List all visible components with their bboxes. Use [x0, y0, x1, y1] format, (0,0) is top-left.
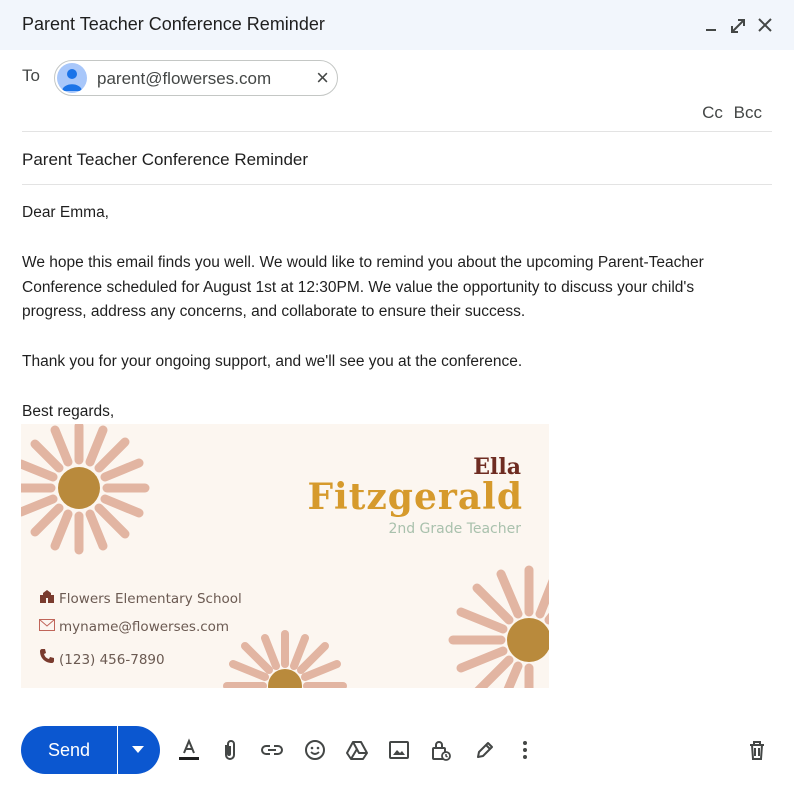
- more-options-icon[interactable]: [512, 737, 538, 763]
- school-icon: [39, 589, 59, 607]
- compose-title: Parent Teacher Conference Reminder: [22, 14, 325, 34]
- text-format-icon[interactable]: [176, 737, 202, 763]
- remove-recipient-icon[interactable]: ×: [316, 65, 329, 91]
- minimize-icon[interactable]: [700, 12, 722, 38]
- to-label: To: [22, 66, 40, 85]
- attach-icon[interactable]: [217, 737, 243, 763]
- emoji-icon[interactable]: [302, 737, 328, 763]
- send-button[interactable]: Send: [21, 726, 117, 774]
- avatar: [57, 63, 87, 93]
- image-icon[interactable]: [386, 737, 412, 763]
- signature-school: Flowers Elementary School: [59, 591, 242, 607]
- body-paragraph-1: We hope this email finds you well. We wo…: [22, 254, 704, 320]
- signature-image: Ella Fitzgerald 2nd Grade Teacher Flower…: [21, 424, 549, 688]
- signature-email: myname@flowerses.com: [59, 619, 230, 635]
- body-closing: Best regards,: [22, 403, 115, 420]
- send-options-chevron-down-icon[interactable]: [118, 726, 160, 774]
- body-paragraph-2: Thank you for your ongoing support, and …: [22, 353, 523, 370]
- envelope-icon: [39, 619, 59, 635]
- recipient-email: parent@flowerses.com: [97, 69, 272, 88]
- expand-icon[interactable]: [727, 12, 749, 38]
- signature-email-line: myname@flowerses.com: [39, 619, 229, 635]
- close-icon[interactable]: [754, 12, 776, 38]
- divider: [22, 184, 772, 185]
- bcc-link[interactable]: Bcc: [734, 103, 762, 122]
- phone-icon: [39, 648, 59, 668]
- link-icon[interactable]: [259, 737, 285, 763]
- signature-last-name: Fitzgerald: [307, 476, 523, 518]
- recipient-chip[interactable]: parent@flowerses.com ×: [54, 60, 338, 96]
- signature-role: 2nd Grade Teacher: [388, 521, 521, 537]
- delete-icon[interactable]: [744, 737, 770, 763]
- signature-school-line: Flowers Elementary School: [39, 589, 242, 607]
- subject-field[interactable]: Parent Teacher Conference Reminder: [22, 150, 308, 170]
- cc-link[interactable]: Cc: [702, 103, 723, 122]
- confidential-lock-icon[interactable]: [428, 737, 454, 763]
- body-greeting: Dear Emma,: [22, 204, 109, 221]
- signature-pen-icon[interactable]: [471, 737, 497, 763]
- signature-phone-line: (123) 456-7890: [39, 648, 165, 668]
- divider: [22, 131, 772, 132]
- drive-icon[interactable]: [344, 737, 370, 763]
- compose-header: Parent Teacher Conference Reminder: [0, 0, 794, 50]
- signature-phone: (123) 456-7890: [59, 652, 165, 668]
- cc-bcc-links: Cc Bcc: [696, 103, 762, 123]
